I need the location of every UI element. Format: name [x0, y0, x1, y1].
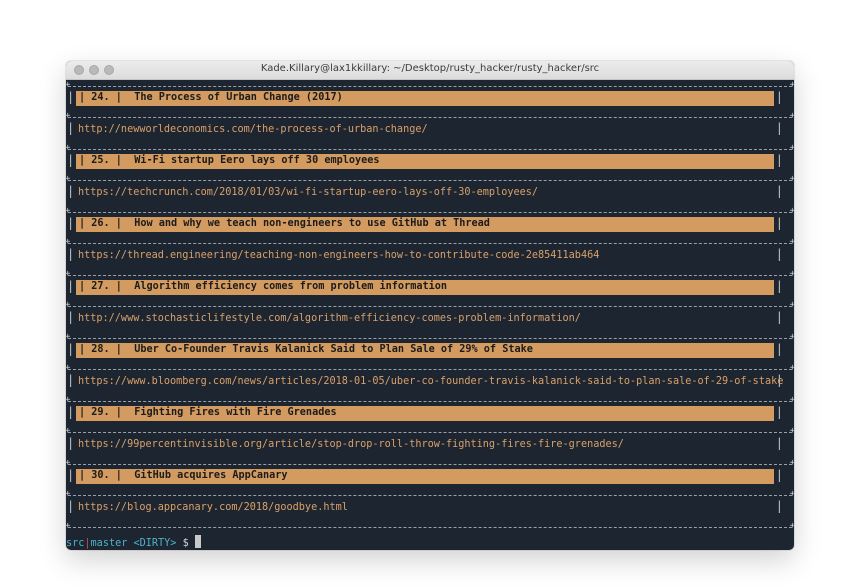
- table-separator: [66, 80, 794, 90]
- story-url-row: | | https://99percentinvisible.org/article…: [66, 434, 794, 454]
- table-border-right: |: [775, 184, 783, 198]
- prompt-git-status: <DIRTY>: [133, 538, 177, 549]
- table-border-left: |: [67, 247, 75, 261]
- table-border-right: |: [775, 247, 783, 261]
- table-border-right: |: [775, 499, 783, 513]
- table-border-left: |: [67, 405, 75, 419]
- table-border-left: |: [67, 216, 75, 230]
- story-url-link[interactable]: https://www.bloomberg.com/news/articles/…: [78, 376, 783, 387]
- story-title[interactable]: | 28. | Uber Co-Founder Travis Kalanick …: [79, 344, 533, 355]
- terminal-window: Kade.Killary@lax1kkillary: ~/Desktop/rus…: [66, 61, 794, 550]
- table-separator: [66, 426, 794, 436]
- shell-prompt[interactable]: src|master <DIRTY> $: [66, 535, 201, 549]
- table-separator: [66, 458, 794, 468]
- title-bar[interactable]: Kade.Killary@lax1kkillary: ~/Desktop/rus…: [66, 61, 794, 80]
- table-border-left: |: [67, 121, 75, 135]
- story-url-link[interactable]: https://techcrunch.com/2018/01/03/wi-fi-…: [78, 187, 538, 198]
- table-border-left: |: [67, 310, 75, 324]
- story-title[interactable]: | 25. | Wi-Fi startup Eero lays off 30 e…: [79, 155, 380, 166]
- table-border-right: |: [775, 310, 783, 324]
- table-separator: [66, 300, 794, 310]
- table-border-right: |: [775, 90, 783, 104]
- story-url-link[interactable]: https://blog.appcanary.com/2018/goodbye.…: [78, 502, 348, 513]
- story-header-row: | | | 28. | Uber Co-Founder Travis Kalanic…: [66, 340, 794, 360]
- story-header-row: | | | 29. | Fighting Fires with Fire Grena…: [66, 403, 794, 423]
- story-title[interactable]: | 24. | The Process of Urban Change (201…: [79, 92, 343, 103]
- table-separator: [66, 206, 794, 216]
- table-border-left: |: [67, 279, 75, 293]
- story-title[interactable]: | 27. | Algorithm efficiency comes from …: [79, 281, 447, 292]
- table-border-right: |: [775, 468, 783, 482]
- table-border-left: |: [67, 153, 75, 167]
- story-header-row: | | | 27. | Algorithm efficiency comes fro…: [66, 277, 794, 297]
- table-border-left: |: [67, 90, 75, 104]
- story-url-row: | | http://newworldeconomics.com/the-proce…: [66, 119, 794, 139]
- table-separator: [66, 332, 794, 342]
- prompt-symbol: $: [182, 538, 189, 549]
- table-separator: [66, 521, 794, 531]
- story-url-row: | | https://techcrunch.com/2018/01/03/wi-f…: [66, 182, 794, 202]
- table-separator: [66, 489, 794, 499]
- table-border-left: |: [67, 342, 75, 356]
- story-url-link[interactable]: http://www.stochasticlifestyle.com/algor…: [78, 313, 581, 324]
- story-url-link[interactable]: https://99percentinvisible.org/article/s…: [78, 439, 624, 450]
- table-border-right: |: [775, 216, 783, 230]
- table-separator: [66, 143, 794, 153]
- story-title[interactable]: | 29. | Fighting Fires with Fire Grenade…: [79, 407, 337, 418]
- table-separator: [66, 111, 794, 121]
- table-border-left: |: [67, 468, 75, 482]
- text-cursor: [194, 535, 201, 548]
- window-title: Kade.Killary@lax1kkillary: ~/Desktop/rus…: [260, 63, 600, 74]
- table-separator: [66, 174, 794, 184]
- table-border-right: |: [775, 405, 783, 419]
- story-header-row: | | | 26. | How and why we teach non-engin…: [66, 214, 794, 234]
- table-border-left: |: [67, 499, 75, 513]
- story-header-row: | | | 24. | The Process of Urban Change (2…: [66, 88, 794, 108]
- table-border-right: |: [775, 342, 783, 356]
- table-border-left: |: [67, 436, 75, 450]
- story-url-row: | | https://blog.appcanary.com/2018/goodby…: [66, 497, 794, 517]
- table-separator: [66, 237, 794, 247]
- table-separator: [66, 269, 794, 279]
- story-url-row: | | https://thread.engineering/teaching-no…: [66, 245, 794, 265]
- story-url-row: | | http://www.stochasticlifestyle.com/alg…: [66, 308, 794, 328]
- table-border-right: |: [775, 153, 783, 167]
- story-url-link[interactable]: http://newworldeconomics.com/the-process…: [78, 124, 428, 135]
- story-header-row: | | | 25. | Wi-Fi startup Eero lays off 30…: [66, 151, 794, 171]
- table-separator: [66, 395, 794, 405]
- table-separator: [66, 363, 794, 373]
- table-border-left: |: [67, 184, 75, 198]
- story-title[interactable]: | 26. | How and why we teach non-enginee…: [79, 218, 490, 229]
- table-border-right: |: [775, 279, 783, 293]
- story-header-row: | | | 30. | GitHub acquires AppCanary: [66, 466, 794, 486]
- terminal-output[interactable]: src|master <DIRTY> $ ||| 24. | The Proce…: [66, 80, 794, 550]
- prompt-directory: src: [66, 538, 85, 549]
- prompt-git-branch: master: [90, 538, 128, 549]
- story-url-row: | | https://www.bloomberg.com/news/article…: [66, 371, 794, 391]
- table-border-left: |: [67, 373, 75, 387]
- table-border-right: |: [775, 121, 783, 135]
- table-border-right: |: [775, 436, 783, 450]
- story-url-link[interactable]: https://thread.engineering/teaching-non-…: [78, 250, 599, 261]
- story-title[interactable]: | 30. | GitHub acquires AppCanary: [79, 470, 288, 481]
